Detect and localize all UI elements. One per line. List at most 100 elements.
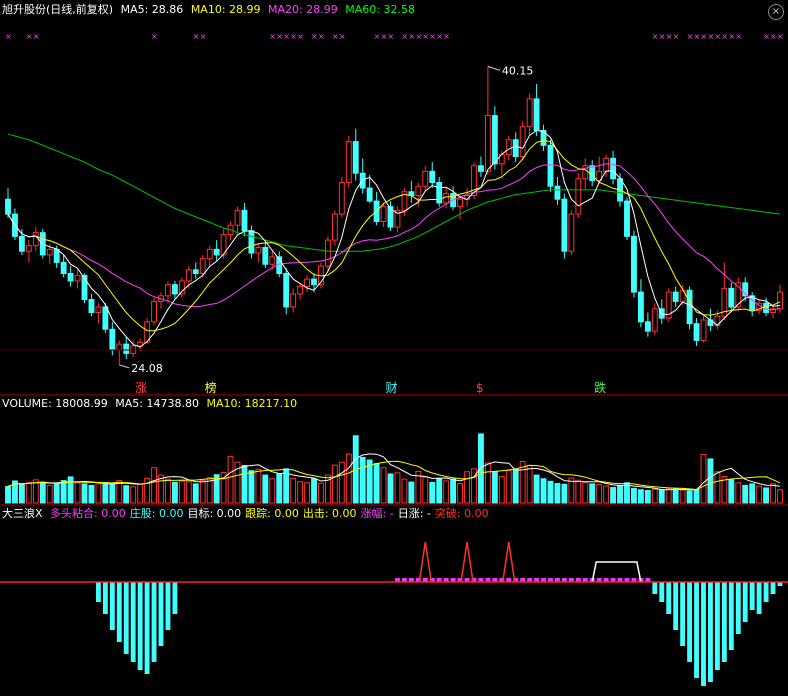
high-pointer <box>487 65 501 71</box>
wave-bar <box>673 582 679 630</box>
volume-bar <box>679 489 686 504</box>
high-price-label: 40.15 <box>502 64 534 77</box>
candle-body <box>234 209 241 226</box>
close-icon[interactable]: × <box>768 4 784 20</box>
volume-bar <box>700 454 707 504</box>
volume-bar <box>25 481 32 504</box>
candle-body <box>5 198 11 215</box>
volume-bar <box>5 485 11 504</box>
wave-bar <box>749 582 755 610</box>
candle-body <box>165 284 171 297</box>
wave-bar <box>714 582 720 670</box>
volume-bar <box>637 489 644 504</box>
volume-panel <box>5 433 783 504</box>
wave-bar <box>770 582 776 594</box>
volume-bar <box>165 478 171 504</box>
candle-body <box>672 291 679 302</box>
price-panel: 40.1524.08× × × × × × × × × × × × × × × × × × × × × × × × × × × × × ×… <box>5 32 784 395</box>
signal-marker: × <box>763 32 770 41</box>
candle-body <box>728 287 735 308</box>
volume-bar <box>561 483 568 504</box>
indicator-item: 日涨: - <box>397 507 431 520</box>
wave-bar <box>95 582 101 602</box>
signal-marker: × <box>415 32 422 41</box>
volume-bar <box>450 478 457 504</box>
volume-bar <box>95 483 102 504</box>
volume-bar <box>276 473 283 504</box>
candle-body <box>283 273 290 308</box>
indicator-panel <box>0 541 788 686</box>
volume-bar <box>665 488 672 504</box>
volume-bar <box>512 468 519 504</box>
signal-marker: × <box>290 32 297 41</box>
volume-bar <box>589 483 596 504</box>
volume-bar <box>575 479 582 504</box>
volume-ma5-label: MA5: 14738.80 <box>115 397 199 410</box>
candle-body <box>241 209 248 232</box>
candle-body <box>304 278 310 288</box>
signal-marker: × <box>151 32 158 41</box>
candle-body <box>46 248 53 256</box>
wave-bar <box>735 582 741 634</box>
volume-bar <box>311 478 317 504</box>
volume-bar <box>318 482 324 504</box>
volume-bar <box>777 489 783 504</box>
signal-marker: × <box>436 32 443 41</box>
volume-bar <box>338 461 345 504</box>
volume-bar <box>498 476 505 504</box>
candle-body <box>311 278 317 286</box>
candle-body <box>512 139 519 157</box>
volume-bar <box>464 471 470 504</box>
volume-bar <box>603 485 610 504</box>
signal-marker: × <box>687 32 694 41</box>
candle-body <box>192 269 199 275</box>
indicator-name[interactable]: 大三浪X <box>2 507 43 520</box>
candle-body <box>575 178 582 215</box>
event-label: 涨 <box>135 380 147 395</box>
candle-body <box>171 284 178 295</box>
signal-marker: × <box>443 32 450 41</box>
chart-window: 40.15 24.08 × × × × × × × × × × × × × × × × × × × × × × × × × × × × × ×… <box>0 0 788 693</box>
candle-body <box>32 232 39 247</box>
ma10-line <box>7 139 781 332</box>
signal-marker: × <box>694 32 701 41</box>
wave-bar <box>123 582 129 654</box>
signal-marker: × <box>728 32 735 41</box>
volume-bar <box>707 458 714 504</box>
ma5-line <box>7 129 781 348</box>
wave-bar <box>666 582 672 614</box>
signal-marker: × <box>283 32 290 41</box>
wave-bar <box>701 582 706 686</box>
volume-ma10-label: MA10: 18217.10 <box>206 397 298 410</box>
stock-title[interactable]: 旭升股份(日线,前复权) <box>2 3 113 16</box>
volume-bar <box>227 455 234 504</box>
candle-body <box>568 213 575 252</box>
volume-bar <box>74 482 81 504</box>
candle-body <box>686 289 693 325</box>
volume-bar <box>742 484 749 504</box>
ma5-label: MA5: 28.86 <box>120 3 184 16</box>
volume-bar <box>693 488 700 504</box>
signal-marker: × <box>673 32 680 41</box>
volume-bar <box>39 482 46 504</box>
volume-bar <box>631 487 637 504</box>
volume-bar <box>429 481 436 504</box>
candle-body <box>366 187 373 202</box>
volume-bar <box>735 482 742 504</box>
candle-body <box>151 300 157 323</box>
volume-bar <box>345 453 352 504</box>
wave-bar <box>680 582 686 646</box>
candle-body <box>53 248 60 263</box>
ma60-label: MA60: 32.58 <box>345 3 415 16</box>
indicator-item: 涨幅: - <box>360 507 394 520</box>
candle-body <box>624 200 630 237</box>
low-price-label: 24.08 <box>131 362 163 375</box>
volume-bar <box>457 483 464 504</box>
candle-body <box>644 321 651 332</box>
wave-bar <box>687 582 693 662</box>
breakout-spike <box>418 541 433 583</box>
low-pointer <box>119 364 130 369</box>
signal-marker: × <box>269 32 276 41</box>
candle-body <box>777 291 783 310</box>
wave-bar <box>151 582 157 662</box>
